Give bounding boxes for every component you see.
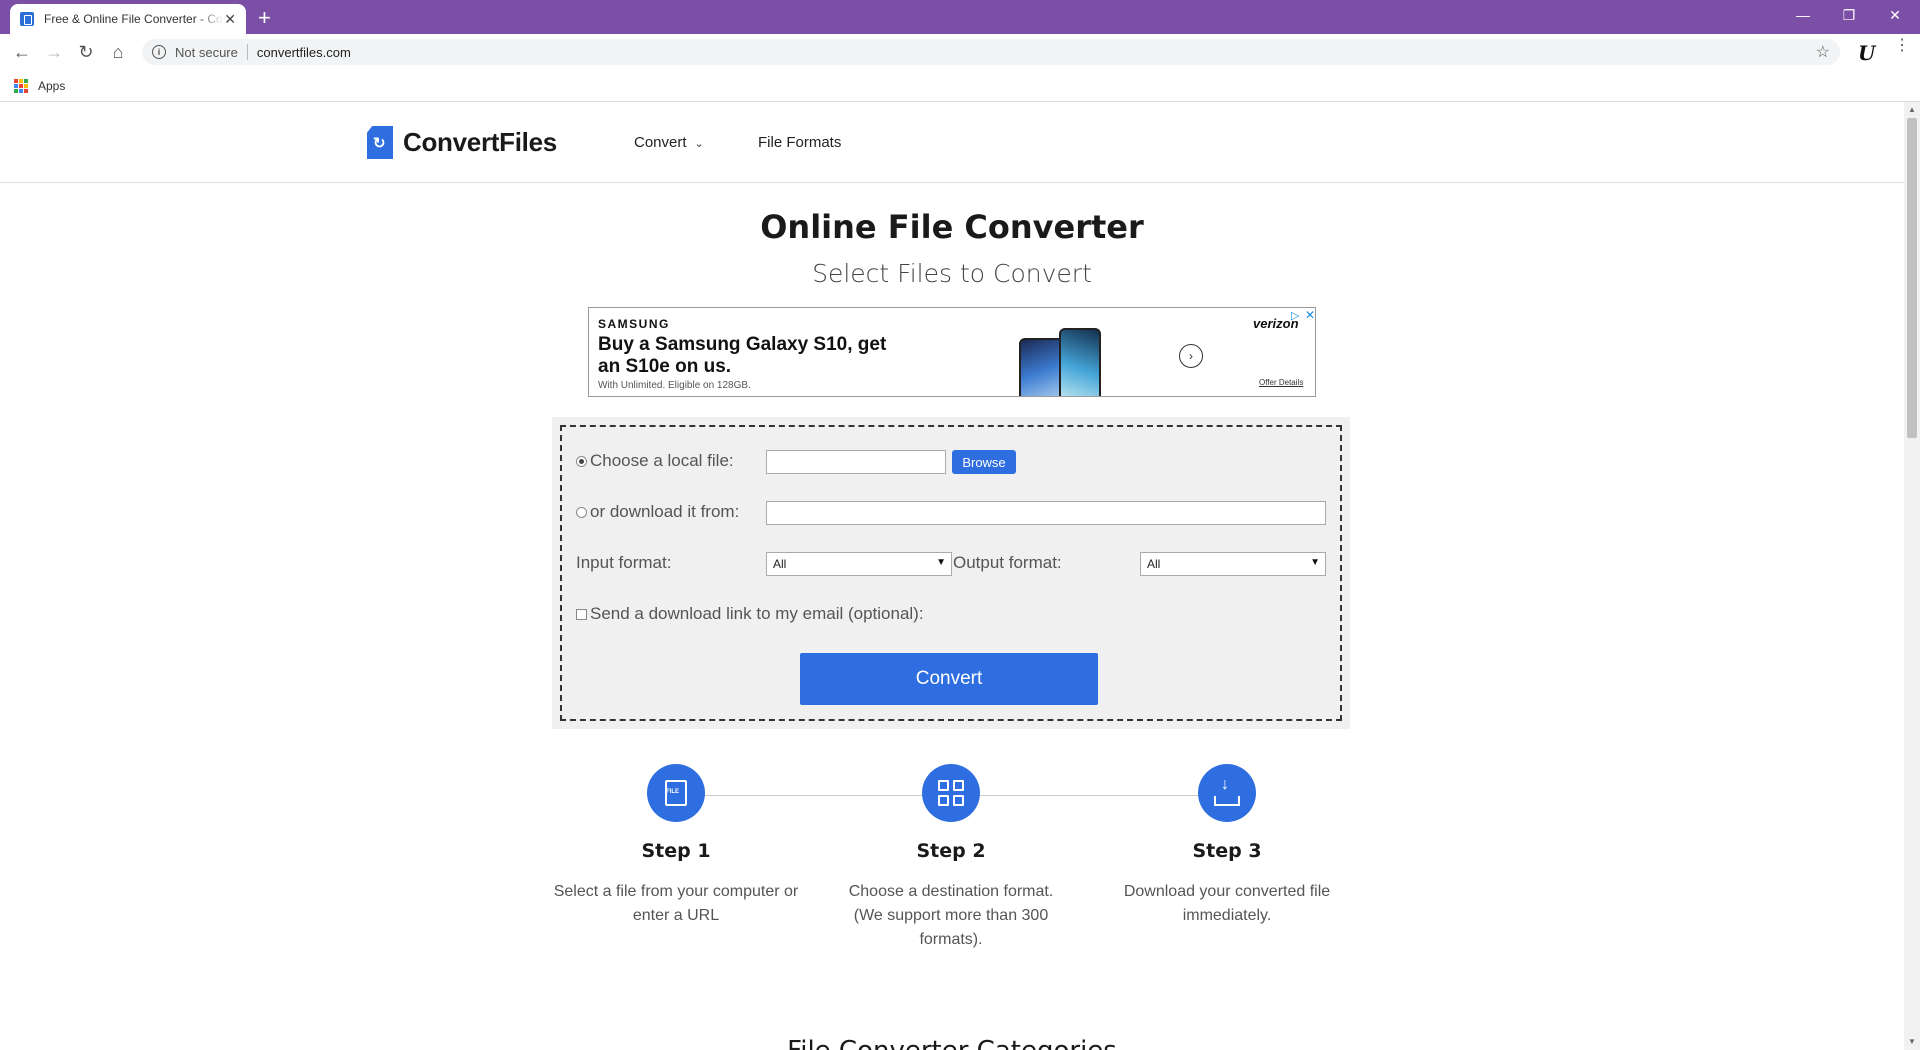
address-bar[interactable]: i Not secure convertfiles.com ☆	[142, 39, 1840, 65]
step-description: Select a file from your computer or ente…	[553, 883, 799, 924]
local-file-input[interactable]	[766, 450, 946, 474]
url-text[interactable]: convertfiles.com	[257, 45, 351, 60]
page-scrollbar[interactable]: ▲ ▼	[1904, 102, 1920, 1050]
ad-brand: SAMSUNG	[598, 317, 670, 331]
page-subtitle: Select Files to Convert	[812, 259, 1092, 288]
browser-titlebar: Free & Online File Converter - Convert ✕…	[0, 0, 1920, 34]
bookmark-star-icon[interactable]: ☆	[1816, 42, 1830, 62]
apps-grid-dot	[14, 88, 18, 93]
download-url-label: or download it from:	[590, 502, 740, 521]
scroll-thumb[interactable]	[1907, 118, 1917, 438]
new-tab-button[interactable]: +	[258, 5, 271, 31]
ad-close-icon[interactable]: ✕	[1305, 308, 1315, 322]
scroll-up-icon[interactable]: ▲	[1908, 105, 1916, 114]
output-format-label: Output format:	[953, 553, 1062, 572]
restore-button[interactable]: ❐	[1826, 0, 1872, 30]
apps-grid-dot	[19, 78, 23, 83]
tab-title: Free & Online File Converter - Convert	[44, 12, 224, 26]
step-description: Choose a destination format. (We support…	[848, 883, 1054, 948]
ad-subtext: With Unlimited. Eligible on 128GB.	[598, 380, 751, 391]
local-file-radio[interactable]	[576, 455, 587, 467]
reload-button[interactable]: ↻	[74, 41, 98, 63]
bookmarks-bar: Apps	[0, 70, 1920, 102]
apps-grid-dot	[19, 83, 23, 88]
adchoices-icon[interactable]: ▷	[1291, 309, 1299, 322]
step-title: Step 2	[916, 840, 986, 862]
info-icon[interactable]: i	[152, 45, 166, 59]
email-checkbox[interactable]	[576, 608, 587, 620]
extension-icon[interactable]: U	[1858, 41, 1875, 65]
download-url-radio[interactable]	[576, 506, 587, 518]
site-favicon-icon	[20, 12, 34, 26]
output-format-value: All	[1147, 557, 1161, 571]
convert-button[interactable]: Convert	[800, 653, 1098, 705]
back-button[interactable]: ←	[10, 41, 34, 63]
nav-convert-menu[interactable]: Convert ⌄	[634, 134, 704, 151]
step-1: Step 1 Select a file from your computer …	[536, 764, 816, 928]
download-icon: ↓	[1198, 764, 1256, 822]
minimize-button[interactable]: —	[1780, 0, 1826, 30]
apps-grid-dot	[24, 88, 28, 93]
browser-toolbar: ← → ↻ ⌂ i Not secure convertfiles.com ☆ …	[0, 34, 1920, 70]
close-window-button[interactable]: ✕	[1872, 0, 1918, 30]
email-label: Send a download link to my email (option…	[590, 604, 924, 623]
step-3: ↓ Step 3 Download your converted file im…	[1087, 764, 1367, 928]
site-logo[interactable]: ConvertFiles	[367, 126, 557, 159]
site-header: ConvertFiles Convert ⌄ File Formats	[0, 102, 1904, 183]
local-file-option[interactable]: Choose a local file:	[576, 451, 734, 471]
ad-arrow-icon[interactable]: ›	[1179, 344, 1203, 368]
output-format-select[interactable]: All ▼	[1140, 552, 1326, 576]
scroll-down-icon[interactable]: ▼	[1908, 1037, 1916, 1046]
omnibox-divider	[246, 44, 248, 60]
browse-button[interactable]: Browse	[952, 450, 1016, 474]
tab-close-icon[interactable]: ✕	[224, 11, 236, 28]
page-title: Online File Converter	[760, 208, 1144, 246]
grid-icon	[922, 764, 980, 822]
email-option[interactable]: Send a download link to my email (option…	[576, 604, 924, 624]
converter-form-border: Choose a local file: Browse or download …	[560, 425, 1342, 721]
browser-tab[interactable]: Free & Online File Converter - Convert ✕	[10, 4, 246, 34]
file-icon	[647, 764, 705, 822]
step-description: Download your converted file immediately…	[1123, 883, 1331, 924]
logo-text: ConvertFiles	[403, 127, 557, 157]
step-title: Step 3	[1192, 840, 1262, 862]
forward-button[interactable]: →	[42, 41, 66, 63]
ad-offer-details-link[interactable]: Offer Details	[1259, 378, 1303, 387]
input-format-value: All	[773, 557, 787, 571]
download-url-input[interactable]	[766, 501, 1326, 525]
apps-grid-icon[interactable]	[14, 78, 28, 93]
download-url-option[interactable]: or download it from:	[576, 502, 739, 522]
step-title: Step 1	[641, 840, 711, 862]
apps-grid-dot	[24, 78, 28, 83]
converter-form: Choose a local file: Browse or download …	[552, 417, 1350, 729]
input-format-label: Input format:	[576, 553, 672, 572]
local-file-label: Choose a local file:	[590, 451, 734, 470]
nav-file-formats-link[interactable]: File Formats	[758, 134, 841, 151]
input-format-select[interactable]: All ▼	[766, 552, 952, 576]
phone-image	[1059, 328, 1101, 396]
ad-headline: Buy a Samsung Galaxy S10, get an S10e on…	[598, 334, 887, 377]
dropdown-caret-icon: ▼	[1310, 557, 1320, 568]
apps-grid-dot	[24, 83, 28, 88]
chevron-down-icon: ⌄	[694, 138, 704, 150]
apps-bookmark[interactable]: Apps	[38, 79, 65, 93]
dropdown-caret-icon: ▼	[936, 557, 946, 568]
step-2: Step 2 Choose a destination format. (We …	[811, 764, 1091, 952]
advertisement-banner[interactable]: SAMSUNG Buy a Samsung Galaxy S10, get an…	[588, 307, 1316, 397]
nav-convert-label: Convert	[634, 134, 687, 151]
browser-menu-icon[interactable]: ⋮	[1894, 38, 1910, 54]
categories-heading: File Converter Categories	[0, 1036, 1904, 1050]
home-button[interactable]: ⌂	[106, 41, 130, 63]
logo-file-icon	[367, 126, 393, 159]
page-viewport: ConvertFiles Convert ⌄ File Formats Onlin…	[0, 102, 1904, 1050]
apps-grid-dot	[14, 83, 18, 88]
apps-grid-dot	[14, 78, 18, 83]
apps-grid-dot	[19, 88, 23, 93]
not-secure-label: Not secure	[175, 44, 238, 60]
